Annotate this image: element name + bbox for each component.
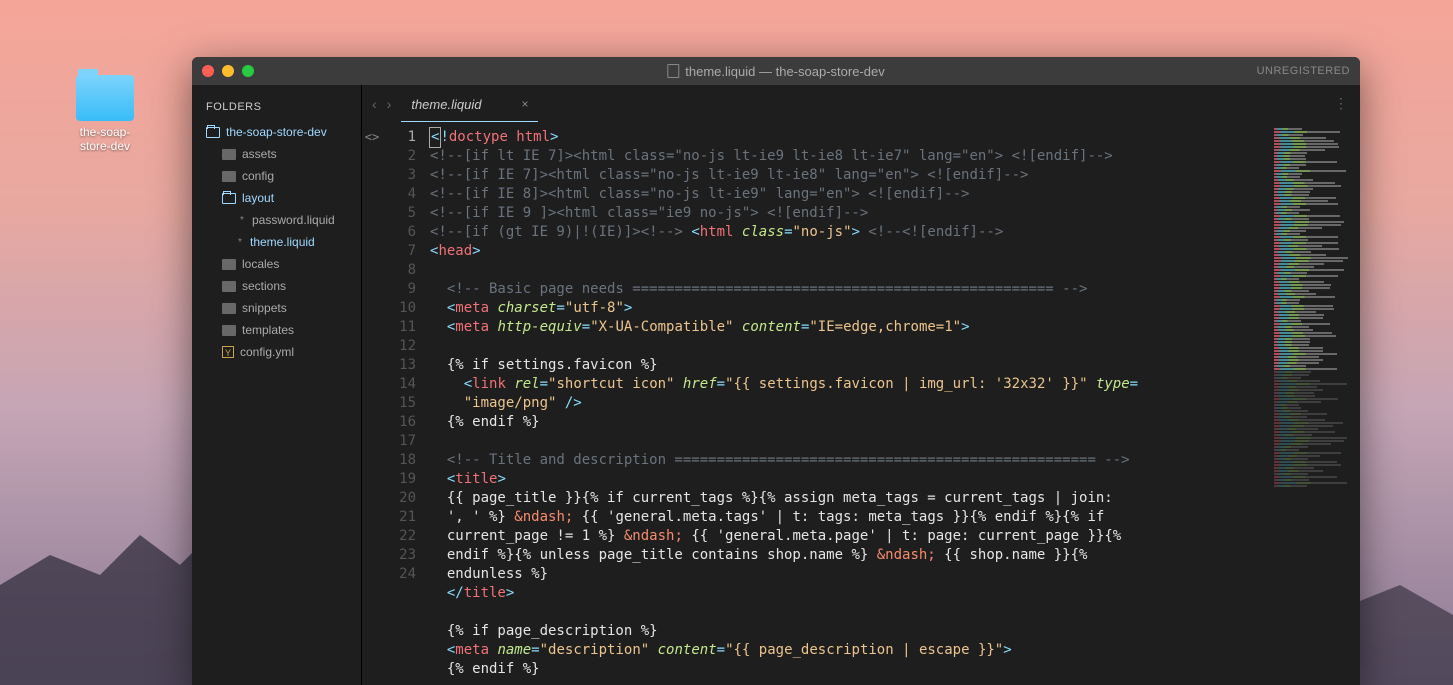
nav-back-icon[interactable]: ‹ (372, 96, 377, 112)
editor-window: theme.liquid — the-soap-store-dev UNREGI… (192, 57, 1360, 685)
sidebar-header: FOLDERS (192, 95, 361, 121)
file-icon: * (238, 215, 246, 226)
tree-item-label: snippets (242, 301, 287, 315)
traffic-lights (202, 65, 254, 77)
folder-icon (222, 149, 236, 160)
file-icon (667, 64, 679, 78)
window-title: theme.liquid — the-soap-store-dev (667, 64, 884, 79)
tree-item-the-soap-store-dev[interactable]: the-soap-store-dev (192, 121, 361, 143)
tree-item-label: sections (242, 279, 286, 293)
folder-open-icon (222, 193, 236, 204)
tree-item-label: password.liquid (252, 213, 335, 227)
tree-item-assets[interactable]: assets (192, 143, 361, 165)
sidebar: FOLDERS the-soap-store-dev assets config la… (192, 85, 362, 685)
tree-item-sections[interactable]: sections (192, 275, 361, 297)
folder-icon (222, 171, 236, 182)
syntax-indicator: <> (362, 122, 382, 685)
tab-overflow-icon[interactable]: ⋮ (1322, 85, 1360, 122)
editor-body: FOLDERS the-soap-store-dev assets config la… (192, 85, 1360, 685)
tab-bar: ‹ › theme.liquid × ⋮ (362, 85, 1360, 122)
tree-item-label: config (242, 169, 274, 183)
folder-open-icon (206, 127, 220, 138)
tree-item-label: assets (242, 147, 277, 161)
window-close-button[interactable] (202, 65, 214, 77)
code-area: <> 1234567891011121314151617181920212223… (362, 122, 1360, 685)
main-area: ‹ › theme.liquid × ⋮ <> 1234567891011121… (362, 85, 1360, 685)
tree-item-label: theme.liquid (250, 235, 315, 249)
folder-icon (222, 325, 236, 336)
tab-close-icon[interactable]: × (521, 97, 528, 111)
folder-icon (76, 75, 134, 121)
folder-icon (222, 281, 236, 292)
folder-icon (222, 303, 236, 314)
tree-item-label: locales (242, 257, 279, 271)
tree-item-label: templates (242, 323, 294, 337)
nav-arrows: ‹ › (362, 85, 401, 122)
tree-item-locales[interactable]: locales (192, 253, 361, 275)
registration-status: UNREGISTERED (1257, 65, 1350, 77)
window-minimize-button[interactable] (222, 65, 234, 77)
tree-item-label: layout (242, 191, 274, 205)
window-maximize-button[interactable] (242, 65, 254, 77)
titlebar[interactable]: theme.liquid — the-soap-store-dev UNREGI… (192, 57, 1360, 85)
file-icon: * (236, 237, 244, 248)
tree-item-label: config.yml (240, 345, 294, 359)
yml-file-icon: Y (222, 346, 234, 358)
code-editor[interactable]: <!doctype html><!--[if lt IE 7]><html cl… (422, 122, 1270, 685)
tree-item-layout[interactable]: layout (192, 187, 361, 209)
tree-item-password-liquid[interactable]: * password.liquid (192, 209, 361, 231)
tree-item-theme-liquid[interactable]: * theme.liquid (192, 231, 361, 253)
tree-item-snippets[interactable]: snippets (192, 297, 361, 319)
desktop-folder-label: the-soap-store-dev (70, 125, 140, 154)
file-tree: the-soap-store-dev assets config layout * pas… (192, 121, 361, 363)
minimap[interactable] (1270, 122, 1360, 685)
nav-forward-icon[interactable]: › (387, 96, 392, 112)
tree-item-label: the-soap-store-dev (226, 125, 327, 139)
tab-theme-liquid[interactable]: theme.liquid × (401, 85, 538, 122)
tab-label: theme.liquid (411, 97, 481, 112)
tree-item-config-yml[interactable]: Yconfig.yml (192, 341, 361, 363)
desktop-folder[interactable]: the-soap-store-dev (70, 75, 140, 154)
line-gutter: 123456789101112131415161718192021222324 (382, 122, 422, 685)
window-title-text: theme.liquid — the-soap-store-dev (685, 64, 884, 79)
tree-item-templates[interactable]: templates (192, 319, 361, 341)
folder-icon (222, 259, 236, 270)
tree-item-config[interactable]: config (192, 165, 361, 187)
